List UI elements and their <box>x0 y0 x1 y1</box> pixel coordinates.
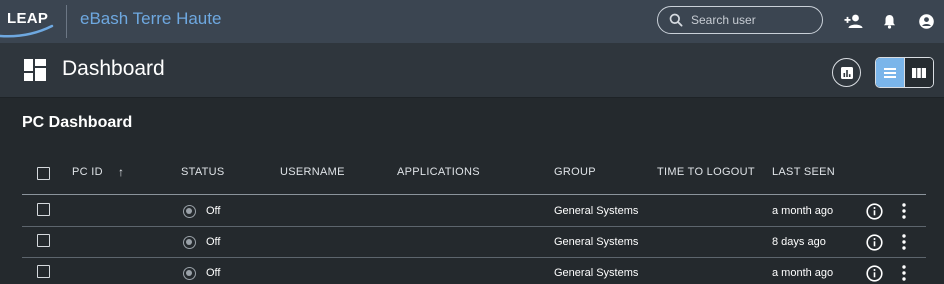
status-cell: Off <box>206 267 221 279</box>
row-checkbox[interactable] <box>37 203 50 216</box>
status-cell: Off <box>206 236 221 248</box>
add-user-icon[interactable] <box>843 11 863 31</box>
section-title: PC Dashboard <box>22 114 133 131</box>
more-vert-icon[interactable] <box>898 264 910 282</box>
column-status[interactable]: STATUS <box>181 166 225 178</box>
table-row[interactable]: Off General Systems 8 days ago <box>22 227 926 258</box>
last-seen-cell: a month ago <box>772 205 834 217</box>
account-icon[interactable] <box>916 11 936 31</box>
column-applications[interactable]: APPLICATIONS <box>397 166 480 178</box>
column-last-seen[interactable]: LAST SEEN <box>772 166 835 178</box>
more-vert-icon[interactable] <box>898 233 910 251</box>
select-all-checkbox[interactable] <box>37 167 50 180</box>
status-off-icon <box>183 236 196 249</box>
last-seen-cell: 8 days ago <box>772 236 826 248</box>
status-off-icon <box>183 205 196 218</box>
list-view-button[interactable] <box>876 58 905 87</box>
search-box[interactable] <box>657 6 823 34</box>
grid-view-button[interactable] <box>904 58 933 87</box>
dashboard-icon <box>24 59 46 81</box>
bell-icon[interactable] <box>879 11 899 31</box>
page-header: Dashboard <box>0 43 944 98</box>
table-row[interactable]: Off General Systems a month ago <box>22 196 926 227</box>
status-cell: Off <box>206 205 221 217</box>
topbar-divider <box>66 5 67 38</box>
group-cell: General Systems <box>554 236 639 248</box>
group-cell: General Systems <box>554 267 639 279</box>
info-icon[interactable] <box>866 234 883 251</box>
list-view-icon <box>884 67 897 78</box>
last-seen-cell: a month ago <box>772 267 834 279</box>
logo-swoosh-icon <box>0 24 54 38</box>
column-group[interactable]: GROUP <box>554 166 596 178</box>
search-icon <box>669 13 683 27</box>
info-icon[interactable] <box>866 265 883 282</box>
row-checkbox[interactable] <box>37 265 50 278</box>
chart-icon <box>840 66 853 79</box>
column-time-to-logout[interactable]: TIME TO LOGOUT <box>657 166 755 178</box>
app-name: eBash Terre Haute <box>80 9 222 28</box>
info-icon[interactable] <box>866 203 883 220</box>
chart-button[interactable] <box>832 58 861 87</box>
search-input[interactable] <box>691 11 816 29</box>
column-pc-id[interactable]: PC ID <box>72 166 103 178</box>
column-username[interactable]: USERNAME <box>280 166 345 178</box>
table-header: PC ID ↑ STATUS USERNAME APPLICATIONS GRO… <box>22 157 926 195</box>
top-bar: LEAP eBash Terre Haute <box>0 0 944 43</box>
row-checkbox[interactable] <box>37 234 50 247</box>
group-cell: General Systems <box>554 205 639 217</box>
grid-view-icon <box>912 67 927 78</box>
table-row[interactable]: Off General Systems a month ago <box>22 258 926 284</box>
sort-arrow-icon[interactable]: ↑ <box>118 165 124 179</box>
page-title: Dashboard <box>62 57 165 80</box>
view-toggle <box>875 57 934 88</box>
more-vert-icon[interactable] <box>898 202 910 220</box>
status-off-icon <box>183 267 196 280</box>
leap-logo[interactable]: LEAP <box>0 4 58 38</box>
